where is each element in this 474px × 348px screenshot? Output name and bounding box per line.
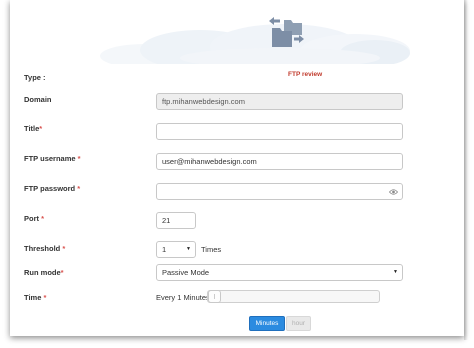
threshold-select[interactable]: 1 ▼ <box>156 241 196 258</box>
hour-button[interactable]: hour <box>286 316 311 331</box>
domain-field: ftp.mihanwebdesign.com <box>156 93 403 110</box>
threshold-label: Threshold * <box>24 244 66 253</box>
port-input[interactable]: 21 <box>156 212 196 229</box>
title-input[interactable] <box>156 123 403 140</box>
run-mode-select[interactable]: Passive Mode ▼ <box>156 264 403 281</box>
chevron-down-icon: ▼ <box>186 246 191 252</box>
slider-handle[interactable] <box>208 290 221 303</box>
ftp-password-label: FTP password * <box>24 184 81 193</box>
frame-shadow <box>464 0 468 340</box>
port-label: Port * <box>24 214 45 223</box>
ftp-username-input[interactable]: user@mihanwebdesign.com <box>156 153 403 170</box>
time-slider[interactable] <box>207 290 380 303</box>
cloud-decoration <box>180 48 380 64</box>
run-mode-label: Run mode* <box>24 268 64 277</box>
eye-icon[interactable] <box>389 188 398 196</box>
chevron-down-icon: ▼ <box>393 269 398 275</box>
minutes-button[interactable]: Minutes <box>249 316 285 331</box>
ftp-form-panel: Type : FTP review Domain ftp.mihanwebdes… <box>10 0 464 336</box>
time-label: Time * <box>24 293 47 302</box>
ftp-username-label: FTP username * <box>24 154 81 163</box>
type-value: FTP review <box>288 71 323 78</box>
domain-label: Domain <box>24 95 52 104</box>
folder-transfer-icon <box>269 17 304 47</box>
header-banner <box>10 0 464 64</box>
time-every-text: Every 1 Minutes <box>156 293 210 302</box>
ftp-password-input[interactable] <box>156 183 403 200</box>
title-label: Title* <box>24 124 43 133</box>
type-label: Type : <box>24 73 46 82</box>
threshold-suffix: Times <box>201 245 222 254</box>
